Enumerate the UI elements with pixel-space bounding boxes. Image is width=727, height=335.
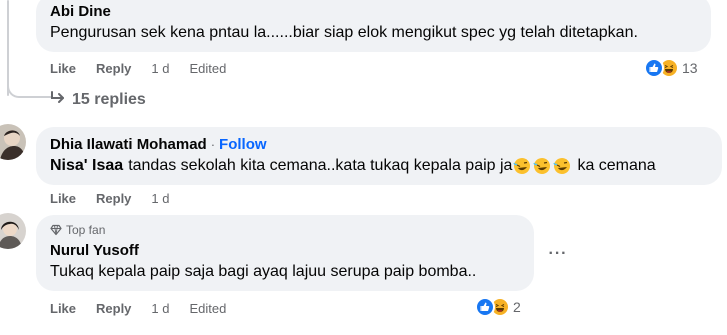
comment-author[interactable]: Nurul Yusoff xyxy=(50,242,139,259)
reply-button[interactable]: Reply xyxy=(96,61,131,76)
diamond-badge-icon xyxy=(50,224,66,236)
edited-label[interactable]: Edited xyxy=(190,61,227,76)
comment-bubble: Abi Dine Pengurusan sek kena pntau la...… xyxy=(36,0,711,52)
comment-text-part: tandas sekolah kita cemana..kata tukaq k… xyxy=(128,157,513,174)
rofl-emoji-icon xyxy=(513,157,531,175)
like-button[interactable]: Like xyxy=(50,191,76,206)
follow-button[interactable]: Follow xyxy=(219,136,267,153)
comment-actions: Like Reply 1 d Edited xyxy=(50,301,226,316)
more-options-icon[interactable]: ··· xyxy=(544,240,572,268)
comment-bubble: Dhia Ilawati Mohamad · Follow Nisa' Isaa… xyxy=(36,127,722,185)
comment-text-part: ka cemana xyxy=(577,157,656,174)
avatar[interactable] xyxy=(0,124,26,160)
thread-connector xyxy=(7,60,51,98)
view-replies-link[interactable]: 15 replies xyxy=(50,89,146,110)
edited-label[interactable]: Edited xyxy=(190,301,227,316)
comment-timestamp[interactable]: 1 d xyxy=(151,61,169,76)
comment-actions: Like Reply 1 d xyxy=(50,191,170,206)
like-button[interactable]: Like xyxy=(50,61,76,76)
reaction-summary[interactable]: 13 xyxy=(644,58,698,78)
comment-author[interactable]: Abi Dine xyxy=(50,3,111,20)
reaction-count: 13 xyxy=(682,60,698,76)
avatar[interactable] xyxy=(0,213,26,249)
comment-timestamp[interactable]: 1 d xyxy=(151,301,169,316)
comment-text: Tukaq kepala paip saja bagi ayaq lajuu s… xyxy=(50,263,477,280)
rofl-emoji-icon xyxy=(533,157,551,175)
comment-timestamp[interactable]: 1 d xyxy=(151,191,169,206)
comment-actions: Like Reply 1 d Edited xyxy=(50,61,226,76)
reply-button[interactable]: Reply xyxy=(96,191,131,206)
replies-count-label: 15 replies xyxy=(72,90,146,108)
reaction-summary[interactable]: 2 xyxy=(475,297,521,317)
reply-arrow-icon xyxy=(50,89,66,110)
comment-bubble: Top fan Nurul Yusoff Tukaq kepala paip s… xyxy=(36,215,534,291)
like-reaction-icon xyxy=(644,58,664,78)
comment-author[interactable]: Dhia Ilawati Mohamad xyxy=(50,136,207,153)
mention-link[interactable]: Nisa' Isaa xyxy=(50,157,123,175)
comment-text: Pengurusan sek kena pntau la......biar s… xyxy=(50,24,638,41)
reply-button[interactable]: Reply xyxy=(96,301,131,316)
like-reaction-icon xyxy=(475,297,495,317)
rofl-emoji-icon xyxy=(553,157,571,175)
separator-dot: · xyxy=(210,137,216,152)
like-button[interactable]: Like xyxy=(50,301,76,316)
comment-text: Nisa' Isaa tandas sekolah kita cemana..k… xyxy=(50,157,656,175)
top-fan-badge: Top fan xyxy=(50,223,105,237)
reaction-count: 2 xyxy=(513,299,521,315)
top-fan-label: Top fan xyxy=(66,223,106,237)
